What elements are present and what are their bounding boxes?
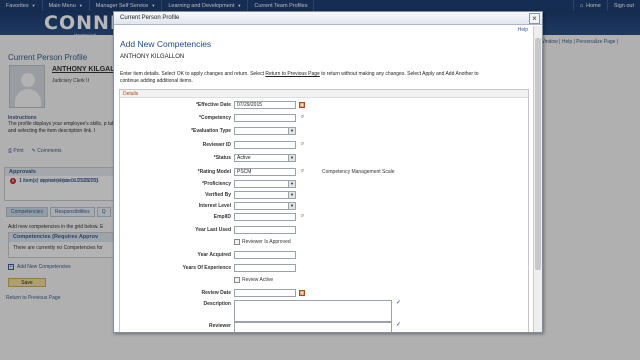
verified-by-label: Verified By (205, 191, 231, 198)
rating-model-input[interactable]: PSCM (234, 167, 296, 176)
competency-input[interactable] (234, 113, 296, 122)
interest-level-label: Interest Level (198, 202, 231, 209)
effective-date-label: *Effective Date (195, 101, 231, 108)
reviewer-label: Reviewer (209, 323, 231, 329)
evaluation-type-row: *Evaluation Type ▼ (191, 126, 296, 135)
status-label: *Status (213, 154, 231, 161)
years-experience-label: Years Of Experience (182, 264, 231, 271)
employee-name: ANTHONY KILGALLON (120, 54, 185, 60)
reviewer-id-row: Reviewer ID ⌕ (203, 140, 306, 149)
years-experience-row: Years Of Experience (183, 263, 296, 272)
review-date-label: Review Date (201, 289, 231, 296)
dialog-heading: Add New Competencies (120, 39, 212, 49)
help-link[interactable]: Help (518, 27, 528, 33)
reviewer-approved-row: Reviewer Is Approved (234, 237, 291, 246)
competency-label: *Competency (199, 114, 231, 121)
verified-by-row: Verified By ▼ (205, 190, 296, 199)
review-active-label: Review Active (242, 276, 274, 283)
year-last-used-row: Year Last Used (195, 225, 296, 234)
close-icon[interactable]: × (529, 13, 540, 24)
year-last-used-label: Year Last Used (195, 226, 231, 233)
lookup-icon[interactable]: ⌕ (299, 141, 306, 148)
review-active-row: Review Active (234, 275, 273, 284)
lookup-icon[interactable]: ⌕ (299, 213, 306, 220)
emplid-label: EmplID (213, 213, 231, 220)
description-row: Description ✓ (203, 300, 402, 322)
spellcheck-icon[interactable]: ✓ (395, 300, 402, 307)
review-date-row: Review Date ▦ (202, 288, 305, 297)
years-experience-input[interactable] (234, 263, 296, 272)
interest-level-select[interactable]: ▼ (234, 201, 296, 210)
year-acquired-input[interactable] (234, 250, 296, 259)
dialog-title: Current Person Profile (120, 15, 180, 21)
dialog-instructions: Enter item details. Select OK to apply c… (120, 71, 488, 85)
effective-date-row: *Effective Date 07/29/2015 ▦ (196, 100, 305, 109)
lookup-icon[interactable]: ⌕ (299, 168, 306, 175)
reviewer-textarea[interactable] (234, 322, 392, 332)
chevron-down-icon: ▼ (288, 180, 295, 187)
lookup-icon[interactable]: ⌕ (299, 114, 306, 121)
year-last-used-input[interactable] (234, 225, 296, 234)
competency-row: *Competency ⌕ (199, 113, 306, 122)
emplid-row: EmplID ⌕ (214, 212, 306, 221)
chevron-down-icon: ▼ (288, 127, 295, 134)
rating-model-label: *Rating Model (197, 168, 231, 175)
evaluation-type-select[interactable]: ▼ (234, 126, 296, 135)
year-acquired-label: Year Acquired (197, 251, 231, 258)
effective-date-input[interactable]: 07/29/2015 (234, 100, 296, 109)
status-row: *Status Active ▼ (214, 153, 296, 162)
instructions-part-1: Enter item details. Select OK to apply c… (120, 71, 266, 77)
add-competencies-dialog: Current Person Profile × Help Add New Co… (113, 11, 543, 333)
reviewer-row: Reviewer ✓ (209, 322, 402, 332)
rating-model-row: *Rating Model PSCM ⌕ Competency Manageme… (198, 167, 395, 176)
proficiency-row: *Proficiency ▼ (202, 179, 296, 188)
proficiency-select[interactable]: ▼ (234, 179, 296, 188)
chevron-down-icon: ▼ (288, 191, 295, 198)
year-acquired-row: Year Acquired (198, 250, 296, 259)
proficiency-label: *Proficiency (202, 180, 231, 187)
review-active-checkbox[interactable] (234, 276, 240, 283)
emplid-input[interactable] (234, 212, 296, 221)
calendar-icon[interactable]: ▦ (299, 101, 305, 108)
verified-by-select[interactable]: ▼ (234, 190, 296, 199)
description-label: Description (203, 301, 231, 307)
reviewer-approved-label: Reviewer Is Approved (242, 238, 291, 245)
status-value: Active (237, 154, 251, 161)
chevron-down-icon: ▼ (288, 202, 295, 209)
dialog-scrollbar[interactable] (533, 26, 542, 332)
review-date-input[interactable] (234, 288, 296, 297)
reviewer-id-label: Reviewer ID (202, 141, 231, 148)
chevron-down-icon: ▼ (288, 154, 295, 161)
evaluation-type-label: *Evaluation Type (191, 127, 231, 134)
rating-model-description: Competency Management Scale (322, 168, 395, 175)
reviewer-approved-checkbox[interactable] (234, 238, 240, 245)
dialog-titlebar[interactable]: Current Person Profile × (114, 12, 542, 25)
interest-level-row: Interest Level ▼ (199, 201, 296, 210)
status-select[interactable]: Active ▼ (234, 153, 296, 162)
reviewer-id-input[interactable] (234, 140, 296, 149)
description-textarea[interactable] (234, 300, 392, 322)
calendar-icon[interactable]: ▦ (299, 289, 305, 296)
details-section: Details *Effective Date 07/29/2015 ▦ *Co… (119, 89, 529, 332)
scrollbar-thumb[interactable] (535, 38, 541, 270)
return-to-previous-page-link[interactable]: Return to Previous Page (265, 71, 319, 77)
spellcheck-icon[interactable]: ✓ (395, 322, 402, 329)
details-legend: Details (120, 90, 528, 98)
